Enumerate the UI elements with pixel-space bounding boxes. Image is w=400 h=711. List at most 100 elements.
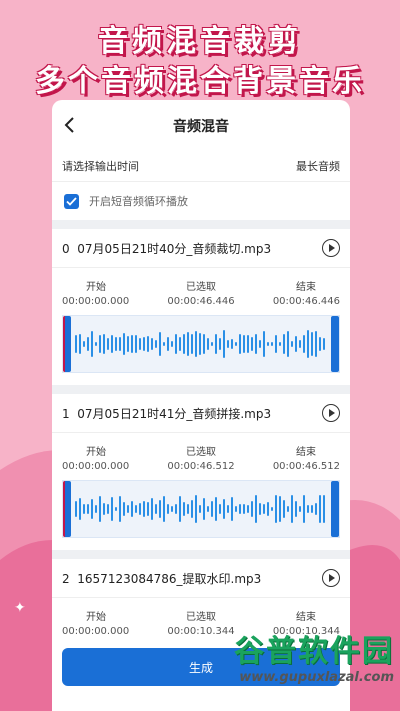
end-col: 结束 00:00:46.446 bbox=[273, 278, 340, 307]
play-button[interactable] bbox=[322, 239, 340, 257]
waveform-bar bbox=[275, 334, 277, 354]
waveform-bar bbox=[107, 504, 109, 514]
waveform-bar bbox=[219, 338, 221, 350]
trim-handle-left[interactable] bbox=[63, 316, 71, 372]
time-row: 开始 00:00:00.000 已选取 00:00:46.446 结束 00:0… bbox=[62, 268, 340, 307]
waveform-bar bbox=[259, 502, 261, 516]
output-time-label: 请选择输出时间 bbox=[62, 159, 139, 173]
loop-label: 开启短音频循环播放 bbox=[89, 195, 188, 208]
waveform-bar bbox=[139, 503, 141, 515]
check-icon bbox=[66, 196, 77, 206]
waveform-bar bbox=[195, 495, 197, 523]
waveform-bar bbox=[219, 504, 221, 514]
waveform-bar bbox=[251, 501, 253, 517]
waveform-bar bbox=[271, 506, 273, 512]
trim-handle-left[interactable] bbox=[63, 481, 71, 537]
waveform-bar bbox=[115, 337, 117, 351]
play-button[interactable] bbox=[322, 404, 340, 422]
waveform-bar bbox=[139, 338, 141, 350]
waveform-bar bbox=[131, 334, 133, 354]
waveform-bar bbox=[191, 499, 193, 519]
output-time-value[interactable]: 最长音频 bbox=[296, 158, 340, 174]
selected-label: 已选取 bbox=[186, 447, 216, 458]
divider bbox=[52, 220, 350, 229]
start-time: 00:00:00.000 bbox=[62, 296, 130, 307]
waveform-bar bbox=[247, 334, 249, 354]
waveform-bars bbox=[75, 481, 327, 537]
end-time: 00:00:46.446 bbox=[272, 296, 340, 307]
page-title: 音频混音 bbox=[173, 119, 229, 135]
track-index: 1 bbox=[62, 406, 70, 421]
waveform-bar bbox=[223, 330, 225, 358]
track-index: 0 bbox=[62, 241, 70, 256]
track-card: 1 07月05日21时41分_音频拼接.mp3 开始 00:00:00.000 … bbox=[52, 394, 350, 550]
waveform-bar bbox=[231, 339, 233, 349]
waveform-bar bbox=[147, 335, 149, 353]
play-button[interactable] bbox=[322, 569, 340, 587]
waveform-bar bbox=[91, 330, 93, 358]
waveform-bar bbox=[315, 330, 317, 358]
end-col: 结束 00:00:46.512 bbox=[273, 443, 340, 472]
start-label: 开始 bbox=[86, 447, 106, 458]
waveform-bar bbox=[163, 495, 165, 523]
selected-col: 已选取 00:00:46.512 bbox=[167, 443, 234, 472]
loop-toggle-row[interactable]: 开启短音频循环播放 bbox=[52, 182, 350, 220]
waveform-bar bbox=[155, 339, 157, 349]
waveform-bar bbox=[247, 504, 249, 514]
waveform-bar bbox=[211, 341, 213, 347]
waveform-bar bbox=[279, 341, 281, 347]
output-time-row[interactable]: 请选择输出时间 最长音频 bbox=[52, 150, 350, 182]
waveform-bar bbox=[87, 337, 89, 351]
waveform-bar bbox=[323, 338, 325, 350]
waveform-bar bbox=[319, 336, 321, 352]
waveform-bar bbox=[299, 340, 301, 348]
waveform-bar bbox=[107, 338, 109, 350]
waveform-bar bbox=[83, 341, 85, 347]
waveform-bar bbox=[299, 506, 301, 512]
divider bbox=[52, 385, 350, 394]
watermark-url: www.gupuxlazal.com bbox=[239, 670, 394, 685]
waveform-bar bbox=[267, 502, 269, 516]
track-header: 1 07月05日21时41分_音频拼接.mp3 bbox=[62, 394, 340, 432]
waveform-bar bbox=[167, 503, 169, 515]
selected-col: 已选取 00:00:10.344 bbox=[167, 608, 234, 637]
selected-label: 已选取 bbox=[186, 282, 216, 293]
start-col: 开始 00:00:00.000 bbox=[62, 443, 129, 472]
waveform-bar bbox=[263, 503, 265, 515]
waveform-bar bbox=[111, 497, 113, 521]
waveform-bar bbox=[235, 505, 237, 512]
waveform-bar bbox=[207, 506, 209, 512]
track-title: 1 07月05日21时41分_音频拼接.mp3 bbox=[62, 405, 271, 422]
end-label: 结束 bbox=[296, 612, 316, 623]
svg-text:✦: ✦ bbox=[14, 600, 26, 616]
waveform-bar bbox=[227, 339, 229, 349]
waveform-bar bbox=[307, 505, 309, 513]
divider bbox=[52, 550, 350, 559]
track-filename: 07月05日21时41分_音频拼接.mp3 bbox=[77, 406, 272, 421]
loop-checkbox[interactable] bbox=[64, 193, 79, 209]
waveform-bar bbox=[179, 496, 181, 522]
waveform[interactable] bbox=[62, 480, 340, 538]
waveform-bar bbox=[199, 332, 201, 356]
waveform-bar bbox=[187, 504, 189, 514]
selected-time: 00:00:46.512 bbox=[167, 461, 235, 472]
waveform-bar bbox=[207, 337, 209, 351]
waveform[interactable] bbox=[62, 315, 340, 373]
trim-handle-right[interactable] bbox=[331, 481, 339, 537]
waveform-bar bbox=[215, 333, 217, 355]
waveform-bar bbox=[275, 494, 277, 524]
waveform-bar bbox=[203, 334, 205, 354]
waveform-bar bbox=[155, 504, 157, 514]
promo-title-line1: 音频混音裁剪 bbox=[98, 24, 302, 59]
waveform-bar bbox=[311, 332, 313, 356]
end-label: 结束 bbox=[296, 282, 316, 293]
waveform-bar bbox=[79, 497, 81, 521]
waveform-bar bbox=[283, 499, 285, 519]
waveform-bar bbox=[123, 501, 125, 517]
waveform-bar bbox=[287, 505, 289, 513]
trim-handle-right[interactable] bbox=[331, 316, 339, 372]
track-index: 2 bbox=[62, 571, 70, 586]
waveform-bars bbox=[75, 316, 327, 372]
waveform-bar bbox=[75, 334, 77, 354]
waveform-bar bbox=[171, 505, 173, 513]
